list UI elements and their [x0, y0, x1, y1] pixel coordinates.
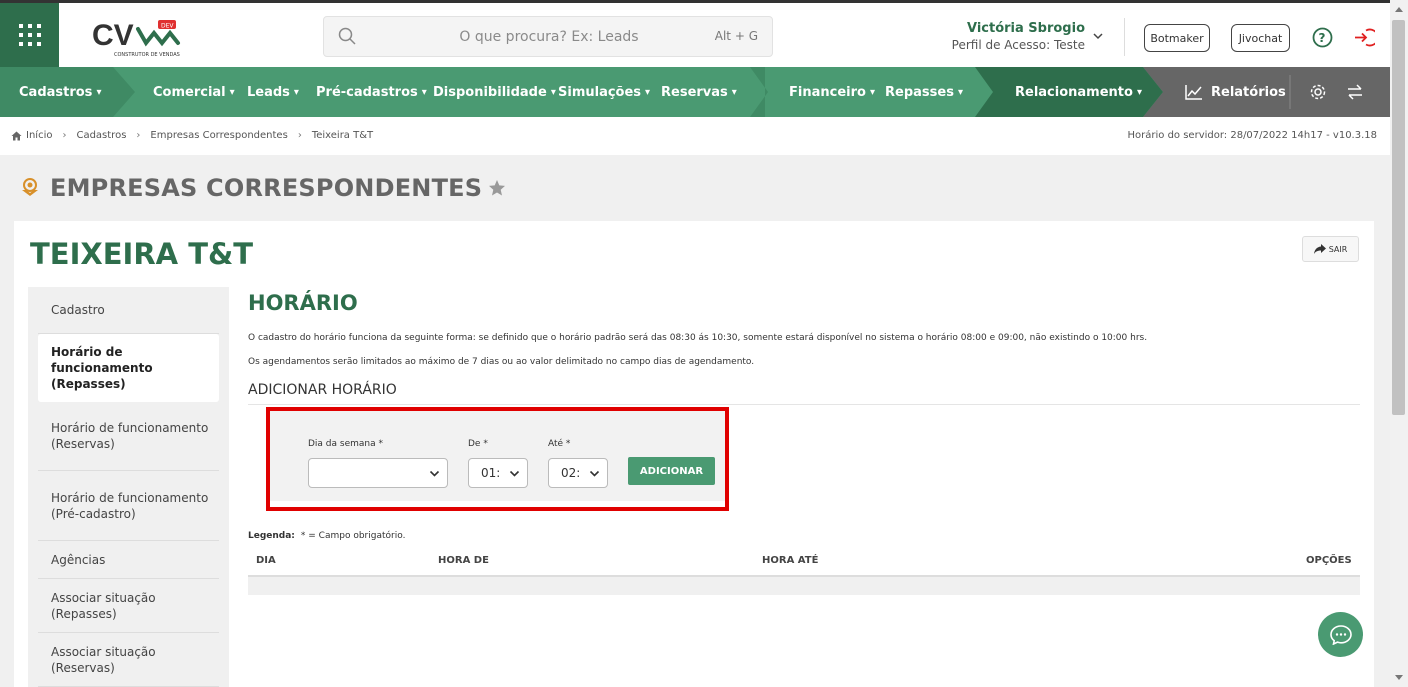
- legend-label: Legenda:: [248, 531, 295, 541]
- nav-simulacoes[interactable]: Simulações ▾: [558, 67, 650, 117]
- section-title: HORÁRIO: [248, 291, 358, 315]
- company-icon: [22, 178, 38, 196]
- sidebar: Cadastro Horário de funcionamento (Repas…: [28, 287, 229, 687]
- breadcrumb-empresas[interactable]: Empresas Correspondentes: [150, 130, 287, 141]
- chart-line-icon: [1185, 85, 1202, 100]
- logo-subtitle: CONSTRUTOR DE VENDAS: [114, 52, 180, 58]
- chevron-down-icon: ▾: [229, 86, 235, 98]
- botmaker-button[interactable]: Botmaker: [1144, 24, 1210, 52]
- main-nav: Cadastros ▾ Comercial ▾ Leads ▾ Pré-cadastr…: [0, 67, 1390, 117]
- top-bar: CV DEV CONSTRUTOR DE VENDAS Alt + G Vict…: [0, 0, 1390, 67]
- table-header-hora-de[interactable]: HORA DE: [438, 555, 489, 566]
- sidebar-item-associar-repasses[interactable]: Associar situação (Repasses): [38, 579, 219, 633]
- breadcrumb-bar: Início › Cadastros › Empresas Correspond…: [0, 117, 1390, 155]
- exit-button[interactable]: SAIR: [1302, 236, 1359, 262]
- share-arrow-icon: [1313, 244, 1326, 254]
- chevron-down-icon: ▾: [645, 86, 651, 98]
- server-time: Horário do servidor: 28/07/2022 14h17 - …: [1127, 130, 1377, 141]
- info-text-1: O cadastro do horário funciona da seguin…: [248, 333, 1148, 343]
- chevron-down-icon: ▾: [869, 86, 875, 98]
- chevron-down-icon: ▾: [293, 86, 299, 98]
- logo-text: CV: [92, 19, 134, 52]
- chevron-down-icon: ▾: [957, 86, 963, 98]
- nav-comercial[interactable]: Comercial ▾: [153, 67, 235, 117]
- info-text-2: Os agendamentos serão limitados ao máxim…: [248, 357, 755, 367]
- nav-relatorios[interactable]: Relatórios: [1185, 67, 1286, 117]
- table-header-opcoes: OPÇÕES: [1306, 555, 1352, 566]
- nav-leads[interactable]: Leads ▾: [247, 67, 299, 117]
- page-header: EMPRESAS CORRESPONDENTES: [18, 174, 506, 202]
- sidebar-item-horario-pre-cadastro[interactable]: Horário de funcionamento (Pré-cadastro): [38, 471, 219, 541]
- user-profile: Perfil de Acesso: Teste: [951, 38, 1085, 52]
- chevron-down-icon: ▾: [731, 86, 737, 98]
- breadcrumb-home[interactable]: Início: [26, 130, 52, 141]
- page-title: EMPRESAS CORRESPONDENTES: [50, 174, 483, 202]
- scroll-down-arrow-icon[interactable]: [1394, 674, 1404, 682]
- breadcrumb: Início › Cadastros › Empresas Correspond…: [11, 130, 373, 141]
- chevron-down-icon: ▾: [421, 86, 427, 98]
- nav-pre-cadastros[interactable]: Pré-cadastros ▾: [316, 67, 427, 117]
- gear-icon[interactable]: [1309, 83, 1327, 101]
- nav-reservas[interactable]: Reservas ▾: [661, 67, 737, 117]
- logout-icon[interactable]: [1353, 27, 1375, 48]
- chevron-down-icon[interactable]: [1092, 30, 1104, 42]
- search-bar[interactable]: Alt + G: [323, 16, 773, 57]
- home-icon: [11, 131, 22, 140]
- breadcrumb-current: Teixeira T&T: [311, 130, 374, 141]
- cv-logo[interactable]: CV DEV CONSTRUTOR DE VENDAS: [92, 15, 192, 59]
- breadcrumb-separator: ›: [297, 130, 302, 141]
- sidebar-item-horario-reservas[interactable]: Horário de funcionamento (Reservas): [38, 402, 219, 471]
- search-icon: [338, 27, 356, 45]
- nav-disponibilidade[interactable]: Disponibilidade ▾: [433, 67, 556, 117]
- search-hotkey: Alt + G: [714, 29, 758, 43]
- table-header-hora-ate[interactable]: HORA ATÉ: [762, 555, 818, 566]
- breadcrumb-cadastros[interactable]: Cadastros: [76, 130, 126, 141]
- chat-bubble-icon: [1329, 624, 1352, 645]
- sidebar-item-agencias[interactable]: Agências: [38, 541, 219, 579]
- add-schedule-title: ADICIONAR HORÁRIO: [248, 382, 397, 398]
- legend-text: * = Campo obrigatório.: [300, 531, 406, 541]
- sidebar-item-cadastro[interactable]: Cadastro: [38, 287, 219, 334]
- chevron-down-icon: ▾: [1136, 86, 1142, 98]
- table-header-dia[interactable]: DIA: [256, 555, 276, 566]
- apps-grid-button[interactable]: [0, 3, 59, 67]
- jivochat-button[interactable]: Jivochat: [1231, 24, 1290, 52]
- content-card: TEIXEIRA T&T SAIR Cadastro Horário de fu…: [14, 221, 1374, 687]
- sidebar-item-associar-reservas[interactable]: Associar situação (Reservas): [38, 633, 219, 687]
- scroll-up-arrow-icon[interactable]: [1394, 5, 1404, 13]
- nav-financeiro[interactable]: Financeiro ▾: [789, 67, 875, 117]
- scrollbar-thumb[interactable]: [1392, 20, 1405, 415]
- chevron-down-icon: ▾: [550, 86, 556, 98]
- star-icon[interactable]: [488, 179, 506, 197]
- highlight-box: [266, 407, 729, 511]
- swap-icon[interactable]: [1346, 84, 1364, 100]
- chevron-down-icon: ▾: [96, 86, 102, 98]
- divider: [1124, 18, 1125, 56]
- nav-repasses[interactable]: Repasses ▾: [885, 67, 963, 117]
- breadcrumb-separator: ›: [62, 130, 67, 141]
- chat-button[interactable]: [1318, 612, 1363, 657]
- table-body-empty: [248, 577, 1360, 595]
- divider: [248, 404, 1360, 405]
- svg-text:?: ?: [1319, 31, 1326, 45]
- nav-relacionamento[interactable]: Relacionamento ▾: [1015, 67, 1142, 117]
- legend: Legenda: * = Campo obrigatório.: [248, 531, 405, 541]
- breadcrumb-separator: ›: [136, 130, 141, 141]
- sidebar-item-horario-repasses[interactable]: Horário de funcionamento (Repasses): [38, 334, 219, 402]
- search-input[interactable]: [384, 26, 714, 48]
- entity-title: TEIXEIRA T&T: [30, 237, 254, 271]
- help-icon[interactable]: ?: [1312, 27, 1333, 48]
- user-menu[interactable]: Victória Sbrogio Perfil de Acesso: Teste: [935, 21, 1085, 52]
- nav-cadastros[interactable]: Cadastros ▾: [19, 67, 101, 117]
- user-name: Victória Sbrogio: [966, 21, 1085, 36]
- page-scrollbar[interactable]: [1390, 0, 1408, 687]
- logo-badge: DEV: [161, 23, 174, 30]
- apps-grid-icon: [18, 24, 41, 46]
